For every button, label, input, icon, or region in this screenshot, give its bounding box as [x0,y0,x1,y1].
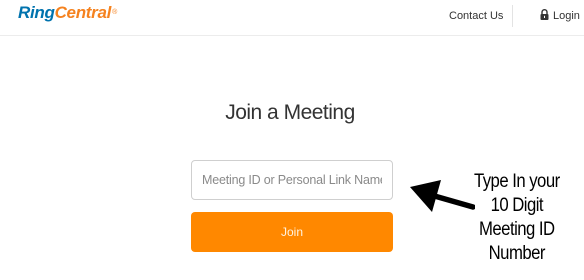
annotation-line: Number [488,243,546,264]
logo-registered-mark: ® [112,9,117,16]
join-button[interactable]: Join [191,212,393,252]
page: RingCentral® Contact Us Login Join a Mee… [0,0,584,280]
page-title-text: Join a Meeting [225,101,355,124]
login-label: Login [553,10,580,22]
ringcentral-logo[interactable]: RingCentral® [18,3,117,23]
annotation-line: Type In your [473,171,560,192]
login-link[interactable]: Login [540,9,580,24]
logo-ring-text: Ring [18,3,55,22]
logo-central-text: Central [54,3,112,22]
meeting-id-input[interactable] [191,160,393,200]
header-divider [512,5,513,27]
annotation-line: 10 Digit [490,195,544,216]
lock-icon [540,9,549,24]
annotation-text: Type In your 10 Digit Meeting ID Number [464,170,570,266]
page-title: Join a Meeting [0,100,584,126]
top-navigation-bar: RingCentral® Contact Us Login [0,0,584,36]
contact-us-link[interactable]: Contact Us [449,10,503,23]
annotation-line: Meeting ID [479,219,555,240]
